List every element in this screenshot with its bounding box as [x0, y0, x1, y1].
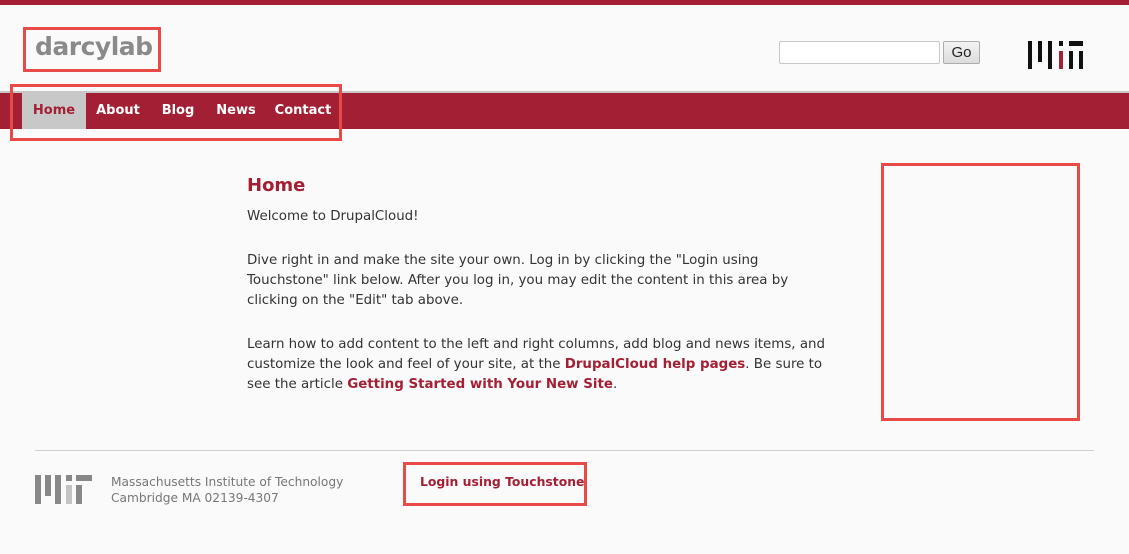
footer-divider [35, 450, 1094, 451]
address-line-2: Cambridge MA 02139-4307 [111, 491, 279, 505]
login-touchstone-link[interactable]: Login using Touchstone [420, 474, 584, 489]
intro-paragraph: Dive right in and make the site your own… [247, 253, 789, 308]
nav-item-about[interactable]: About [88, 93, 148, 129]
getting-started-link[interactable]: Getting Started with Your New Site [347, 377, 613, 392]
mit-logo-icon[interactable] [1025, 38, 1085, 72]
page-title: Home [247, 175, 306, 196]
help-paragraph: Learn how to add content to the left and… [247, 335, 837, 395]
site-name-link[interactable]: darcylab [35, 32, 153, 61]
nav-item-blog[interactable]: Blog [152, 93, 204, 129]
nav-item-home[interactable]: Home [22, 93, 86, 129]
drupalcloud-help-link[interactable]: DrupalCloud help pages [565, 357, 746, 372]
help-text-end: . [612, 377, 618, 392]
address-line-1: Massachusetts Institute of Technology [111, 475, 344, 489]
main-content: Home Welcome to DrupalCloud! Dive right … [247, 174, 837, 419]
right-sidebar-region [881, 163, 1080, 421]
welcome-text: Welcome to DrupalCloud! [247, 209, 419, 224]
search-input[interactable] [779, 41, 940, 64]
nav-item-contact[interactable]: Contact [268, 93, 338, 129]
footer-mit-logo-icon [33, 473, 93, 507]
go-button[interactable]: Go [943, 41, 980, 64]
top-border [0, 0, 1129, 5]
footer-address: Massachusetts Institute of Technology Ca… [111, 474, 343, 506]
nav-item-news[interactable]: News [208, 93, 264, 129]
